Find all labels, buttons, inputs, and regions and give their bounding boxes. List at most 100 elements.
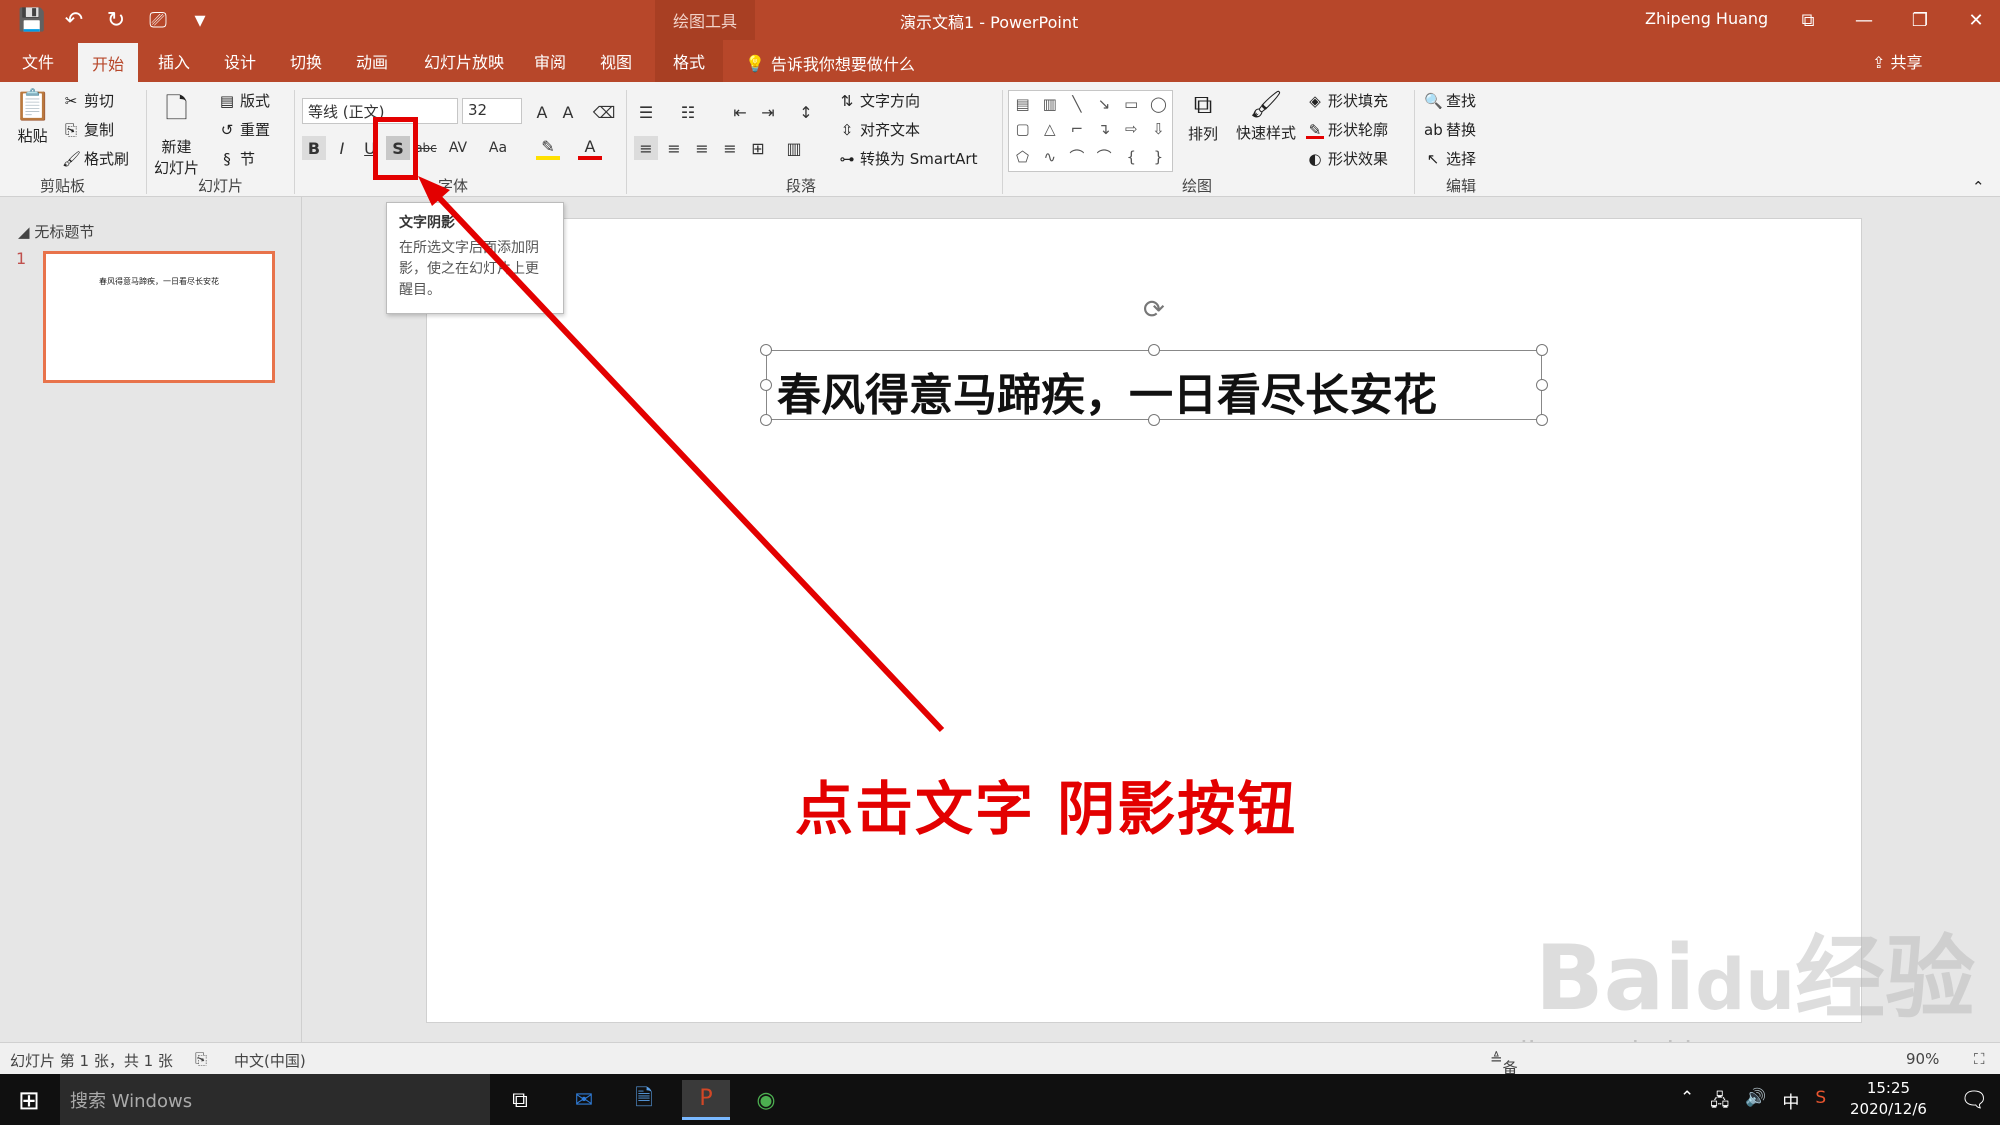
tab-home[interactable]: 开始 xyxy=(78,40,139,82)
format-painter-button[interactable]: 🖌 格式刷 xyxy=(62,148,129,169)
distributed-icon[interactable]: ⊞ xyxy=(746,136,770,160)
convert-smartart-button[interactable]: ⊶ 转换为 SmartArt xyxy=(838,148,978,169)
paste-button[interactable]: 📋 粘贴 xyxy=(14,88,51,146)
network-icon[interactable]: 🖧 xyxy=(1710,1088,1729,1117)
freeform-shape-icon[interactable]: ⬠ xyxy=(1016,148,1029,166)
resize-handle[interactable] xyxy=(1148,344,1160,356)
oval-shape-icon[interactable]: ◯ xyxy=(1150,95,1167,113)
elbow-arrow-shape-icon[interactable]: ↴ xyxy=(1098,120,1111,138)
arrow-line-shape-icon[interactable]: ↘ xyxy=(1098,95,1111,113)
elbow-shape-icon[interactable]: ⌐ xyxy=(1071,120,1084,138)
select-button[interactable]: ↖ 选择 xyxy=(1424,148,1476,169)
tab-file[interactable]: 文件 xyxy=(22,40,54,82)
outlook-icon[interactable]: ✉ xyxy=(560,1080,608,1120)
font-color-icon[interactable]: A xyxy=(578,136,602,160)
tab-format[interactable]: 格式 xyxy=(655,40,724,82)
align-left-icon[interactable]: ≡ xyxy=(634,136,658,160)
chrome-icon[interactable]: ◉ xyxy=(742,1080,790,1120)
clear-formatting-icon[interactable]: ⌫ xyxy=(592,100,616,124)
rotate-handle-icon[interactable]: ⟳ xyxy=(1143,295,1165,325)
tab-slideshow[interactable]: 幻灯片放映 xyxy=(424,40,504,82)
redo-icon[interactable]: ↻ xyxy=(102,6,130,34)
align-right-icon[interactable]: ≡ xyxy=(690,136,714,160)
user-name[interactable]: Zhipeng Huang xyxy=(1645,9,1768,28)
customize-qat-icon[interactable]: ▾ xyxy=(186,6,214,34)
minimize-icon[interactable]: — xyxy=(1836,4,1892,36)
numbering-icon[interactable]: ☷ xyxy=(676,100,700,124)
resize-handle[interactable] xyxy=(1148,414,1160,426)
tab-view[interactable]: 视图 xyxy=(600,40,632,82)
tab-animations[interactable]: 动画 xyxy=(356,40,388,82)
restore-icon[interactable]: ❐ xyxy=(1892,4,1948,36)
windows-start-icon[interactable]: ⊞ xyxy=(18,1086,40,1116)
volume-icon[interactable]: 🔊 xyxy=(1745,1088,1766,1117)
powerpoint-taskbar-icon[interactable]: P xyxy=(682,1080,730,1120)
task-view-icon[interactable]: ⧉ xyxy=(496,1080,544,1120)
share-button[interactable]: ⇪ 共享 xyxy=(1872,49,1923,73)
tab-insert[interactable]: 插入 xyxy=(158,40,190,82)
right-arrow-shape-icon[interactable]: ⇨ xyxy=(1125,120,1138,138)
taskbar-search-box[interactable]: 搜索 Windows xyxy=(60,1074,490,1125)
scribble-shape-icon[interactable]: ∿ xyxy=(1043,148,1056,166)
resize-handle[interactable] xyxy=(1536,414,1548,426)
text-direction-button[interactable]: ⇅ 文字方向 xyxy=(838,90,920,111)
replace-button[interactable]: ab 替换 xyxy=(1424,119,1476,140)
resize-handle[interactable] xyxy=(1536,344,1548,356)
character-spacing-icon[interactable]: AV xyxy=(446,136,470,160)
find-button[interactable]: 🔍 查找 xyxy=(1424,90,1476,111)
decrease-indent-icon[interactable]: ⇤ xyxy=(728,100,752,124)
arc-shape-icon[interactable]: ⌒ xyxy=(1097,146,1112,167)
quick-styles-button[interactable]: 🖌 快速样式 xyxy=(1236,90,1296,143)
bold-button[interactable]: B xyxy=(302,136,326,160)
presentation-icon[interactable]: ⎚ xyxy=(144,6,172,34)
textbox-shape-icon[interactable]: ▤ xyxy=(1015,95,1029,113)
ribbon-display-options-icon[interactable]: ⧉ xyxy=(1780,4,1836,36)
save-icon[interactable]: 💾 xyxy=(18,6,46,34)
tell-me-box[interactable]: 💡 告诉我你想要做什么 xyxy=(745,51,915,75)
zoom-level[interactable]: 90% xyxy=(1906,1050,1939,1068)
resize-handle[interactable] xyxy=(760,344,772,356)
highlight-icon[interactable]: ✎ xyxy=(536,136,560,160)
line-shape-icon[interactable]: ╲ xyxy=(1072,95,1081,113)
triangle-shape-icon[interactable]: △ xyxy=(1044,120,1056,138)
align-center-icon[interactable]: ≡ xyxy=(662,136,686,160)
right-brace-shape-icon[interactable]: } xyxy=(1154,148,1164,166)
notepad-icon[interactable]: 🗎 xyxy=(620,1080,668,1120)
slide-text[interactable]: 春风得意马蹄疾，一日看尽长安花 xyxy=(777,359,1437,423)
language-status[interactable]: 中文(中国) xyxy=(234,1050,306,1071)
reset-button[interactable]: ↺ 重置 xyxy=(218,119,270,140)
change-case-icon[interactable]: Aa xyxy=(486,136,510,160)
ime-indicator[interactable]: 中 xyxy=(1782,1088,1799,1117)
decrease-font-icon[interactable]: A xyxy=(556,100,580,124)
tab-transitions[interactable]: 切换 xyxy=(290,40,322,82)
rounded-rect-shape-icon[interactable]: ▢ xyxy=(1015,120,1029,138)
notification-icon[interactable]: 🗨 xyxy=(1950,1080,1998,1120)
shapes-gallery[interactable]: ▤ ▥ ╲ ↘ ▭ ◯ ▢ △ ⌐ ↴ ⇨ ⇩ ⬠ ∿ ⌒ ⌒ {} xyxy=(1008,90,1173,172)
undo-icon[interactable]: ↶ xyxy=(60,6,88,34)
resize-handle[interactable] xyxy=(760,379,772,391)
collapse-ribbon-icon[interactable]: ⌃ xyxy=(1972,178,1985,196)
columns-icon[interactable]: ▥ xyxy=(782,136,806,160)
rectangle-shape-icon[interactable]: ▭ xyxy=(1124,95,1138,113)
cut-button[interactable]: ✂ 剪切 xyxy=(62,90,114,111)
shape-fill-button[interactable]: ◈ 形状填充 xyxy=(1306,90,1388,111)
selected-textbox[interactable]: 春风得意马蹄疾，一日看尽长安花 xyxy=(766,350,1542,423)
increase-indent-icon[interactable]: ⇥ xyxy=(756,100,780,124)
tab-review[interactable]: 审阅 xyxy=(534,40,566,82)
spellcheck-icon[interactable]: ⎘ xyxy=(195,1050,207,1068)
line-spacing-icon[interactable]: ↕ xyxy=(794,100,818,124)
fit-to-window-icon[interactable]: ⛶ xyxy=(1974,1050,1985,1068)
slide-thumbnail[interactable]: 春风得意马蹄疾，一日看尽长安花 xyxy=(43,251,275,383)
shape-effects-button[interactable]: ◐ 形状效果 xyxy=(1306,148,1388,169)
section-button[interactable]: § 节 xyxy=(218,148,255,169)
align-text-button[interactable]: ⇳ 对齐文本 xyxy=(838,119,920,140)
curve-shape-icon[interactable]: ⌒ xyxy=(1069,146,1084,167)
font-size-select[interactable]: 32 xyxy=(462,98,522,124)
vertical-textbox-shape-icon[interactable]: ▥ xyxy=(1043,95,1057,113)
increase-font-icon[interactable]: A xyxy=(530,100,554,124)
notes-button[interactable]: ≜ 备注 xyxy=(1490,1050,1518,1098)
bullets-icon[interactable]: ☰ xyxy=(634,100,658,124)
layout-button[interactable]: ▤ 版式 xyxy=(218,90,270,111)
left-brace-shape-icon[interactable]: { xyxy=(1126,148,1136,166)
close-icon[interactable]: ✕ xyxy=(1948,4,2000,36)
